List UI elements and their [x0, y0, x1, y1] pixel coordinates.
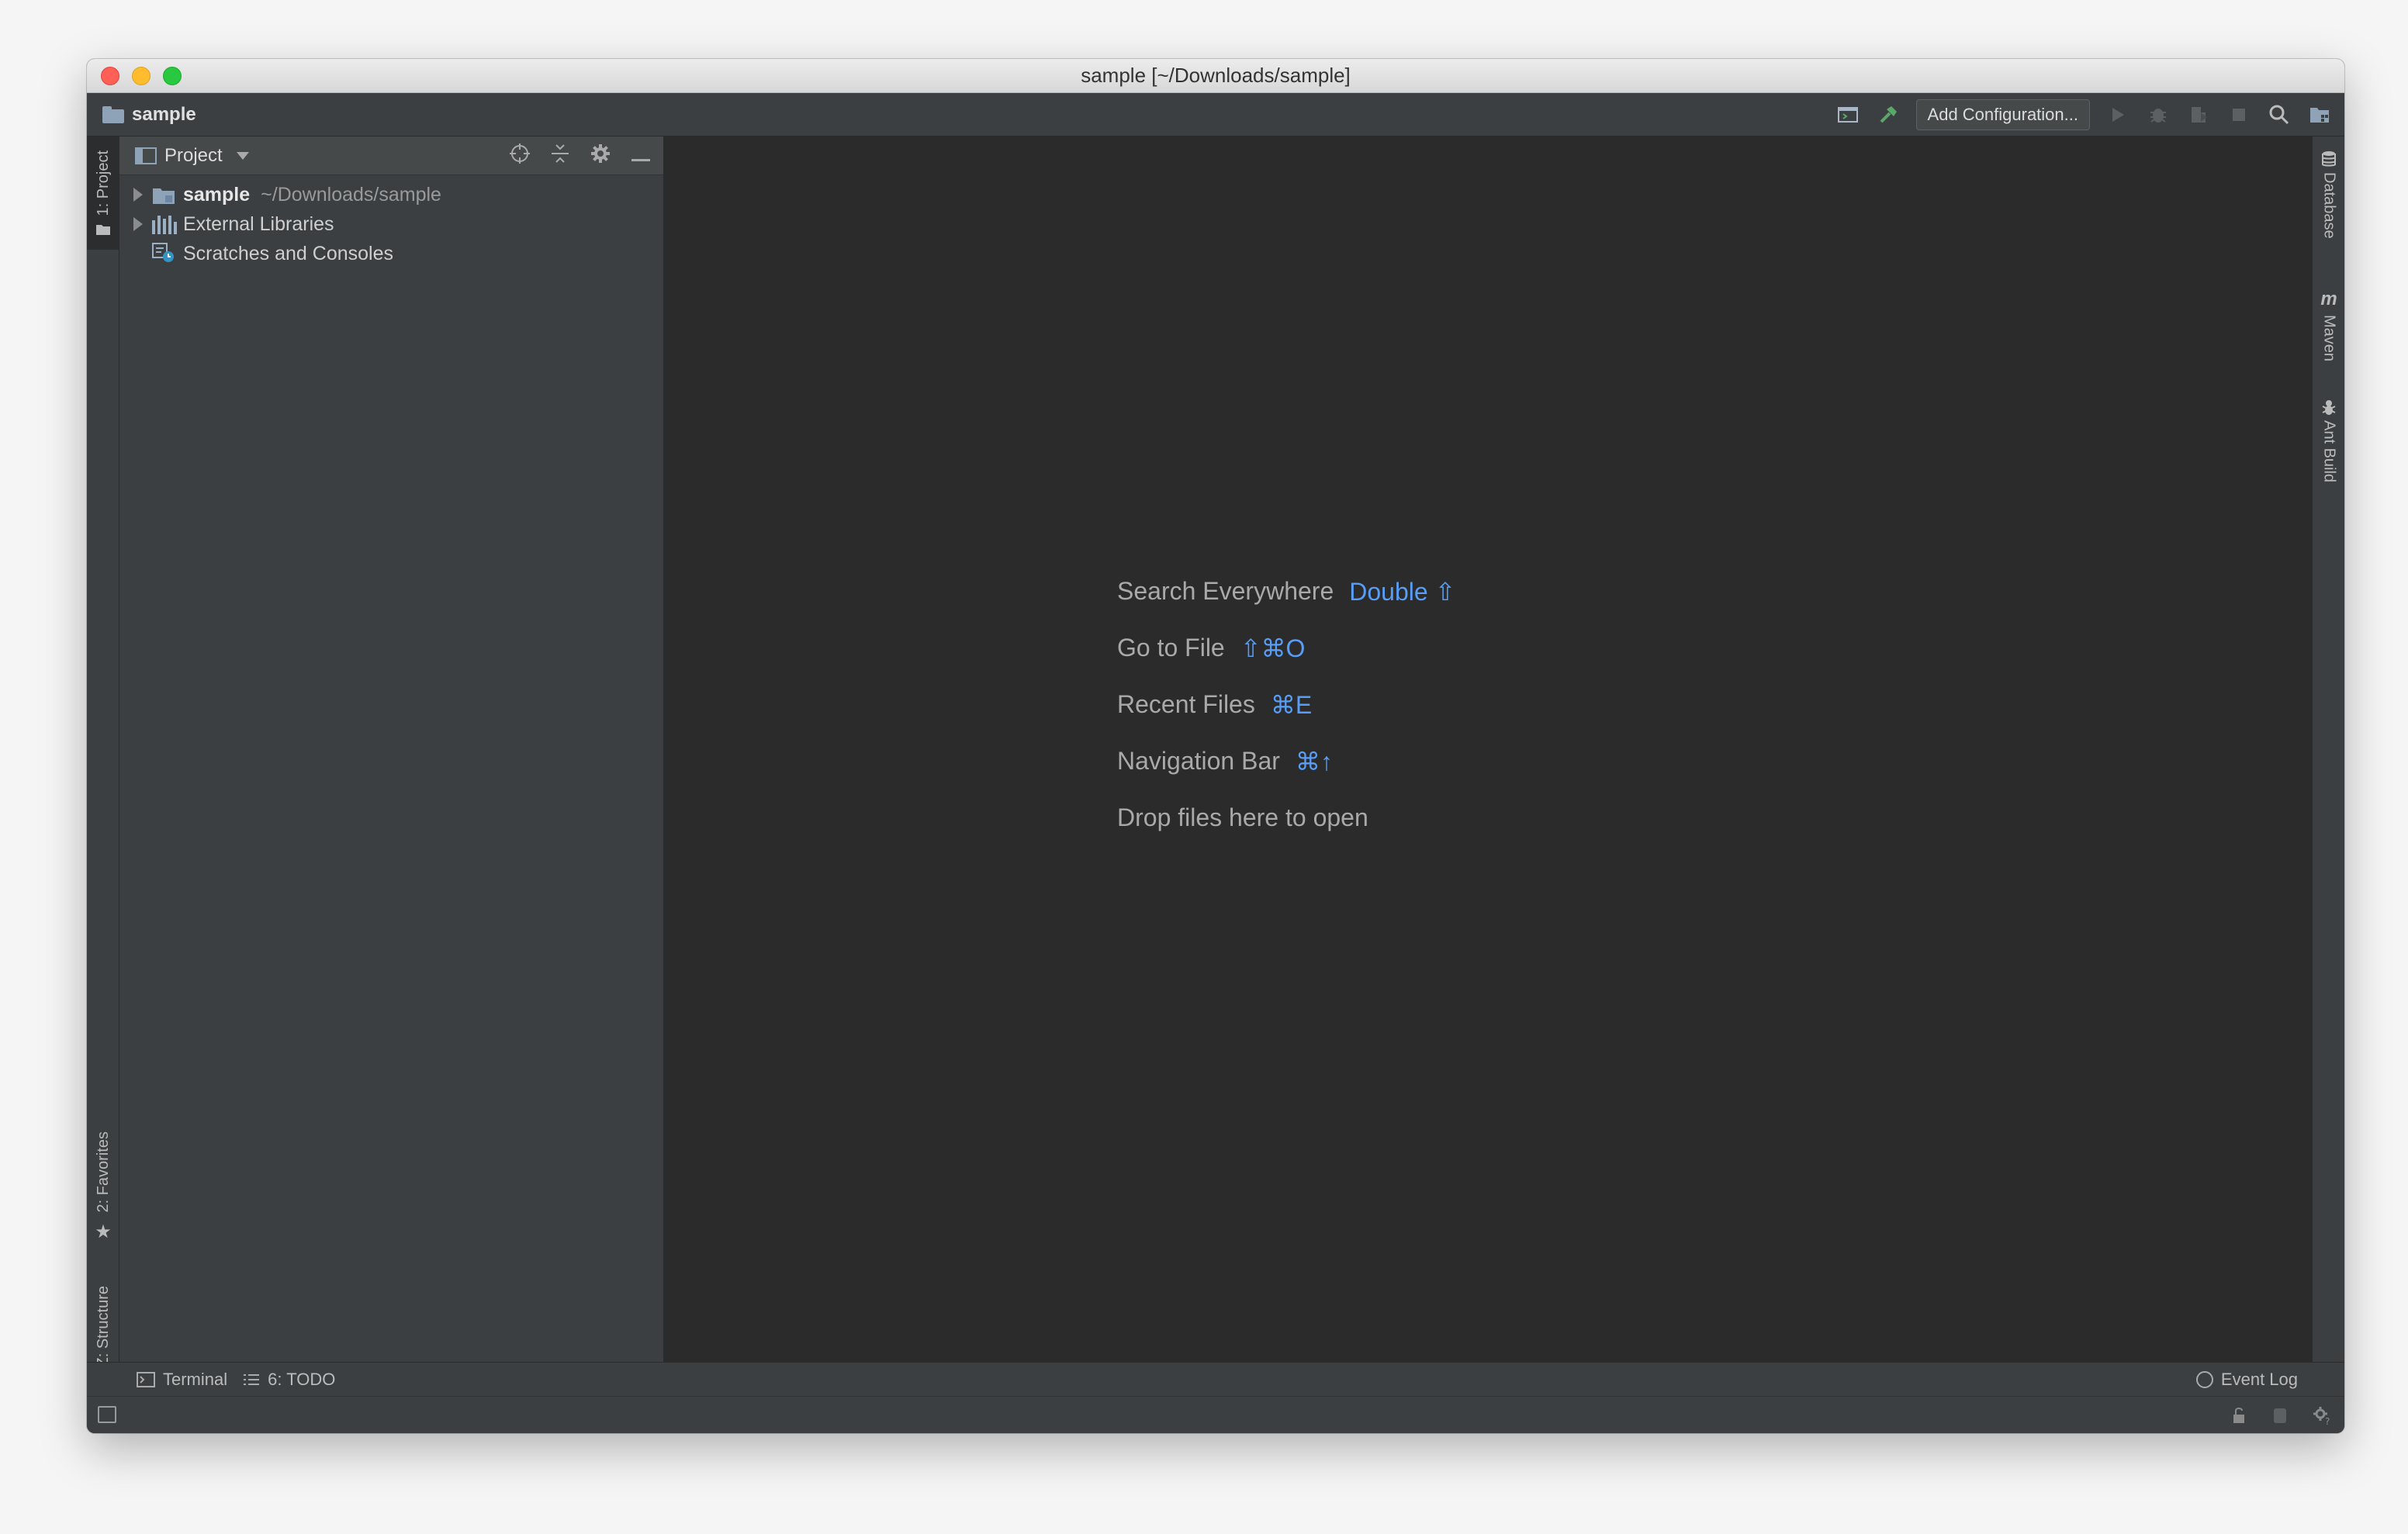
module-folder-icon: [152, 185, 175, 205]
tree-row-label: Scratches and Consoles: [183, 242, 393, 264]
project-panel-header: Project: [119, 136, 663, 175]
close-window-button[interactable]: [101, 67, 119, 85]
ide-window: sample [~/Downloads/sample] sample Add C…: [87, 59, 2344, 1433]
tool-tab-database-label: Database: [2320, 172, 2338, 239]
title-bar: sample [~/Downloads/sample]: [87, 59, 2344, 93]
right-tool-stripe: Database m Maven Ant Build: [2312, 136, 2344, 1362]
hint-shortcut: ⌘↑: [1295, 747, 1333, 776]
debug-icon[interactable]: [2146, 102, 2171, 127]
scratches-icon: [152, 243, 175, 264]
hint-shortcut: ⇧⌘O: [1240, 634, 1306, 662]
nav-project-name: sample: [132, 103, 196, 125]
build-hammer-icon[interactable]: [1876, 102, 1901, 127]
tree-row-external-libraries[interactable]: External Libraries: [119, 209, 663, 239]
todo-tab[interactable]: 6: TODO: [243, 1370, 335, 1390]
project-panel-actions: [508, 136, 652, 175]
tree-row-label: External Libraries: [183, 212, 334, 235]
ant-icon: [2322, 400, 2336, 415]
inspector-icon[interactable]: [2271, 1406, 2289, 1425]
tool-tab-project[interactable]: 1: Project: [87, 136, 119, 250]
add-configuration-button[interactable]: Add Configuration...: [1915, 99, 2090, 130]
hint-go-to-file: Go to File ⇧⌘O: [1117, 620, 1455, 676]
event-log-label: Event Log: [2220, 1370, 2298, 1389]
project-view-icon: [135, 147, 157, 164]
minimize-window-button[interactable]: [132, 67, 150, 85]
stop-icon[interactable]: [2226, 102, 2251, 127]
toggle-tool-windows-icon[interactable]: [98, 1406, 116, 1423]
navigation-bar: sample Add Configuration...: [87, 93, 2344, 136]
list-icon: [244, 1373, 260, 1385]
gear-icon[interactable]: [589, 143, 612, 170]
tool-tab-ant-build[interactable]: Ant Build: [2313, 399, 2344, 482]
project-view-label: Project: [164, 144, 223, 166]
hint-shortcut: ⌘E: [1270, 690, 1313, 719]
empty-editor-hints: Search Everywhere Double ⇧ Go to File ⇧⌘…: [1117, 563, 1455, 846]
hint-label: Recent Files: [1117, 690, 1255, 718]
todo-tab-label: 6: TODO: [268, 1369, 336, 1389]
hint-label: Search Everywhere: [1117, 577, 1334, 605]
search-icon[interactable]: [2267, 102, 2292, 127]
hint-label: Go to File: [1117, 634, 1225, 662]
memory-settings-icon[interactable]: ?: [2312, 1405, 2332, 1425]
tool-tab-structure-label: Z: Structure: [94, 1285, 112, 1367]
run-icon[interactable]: [2105, 102, 2130, 127]
chevron-down-icon: [236, 151, 249, 160]
project-tool-window: Project sample ~/Downloads/sample Extern…: [119, 136, 664, 1362]
terminal-tab-label: Terminal: [163, 1369, 228, 1389]
chevron-right-icon[interactable]: [133, 217, 143, 231]
terminal-icon: [137, 1371, 155, 1387]
nav-project-crumb[interactable]: sample: [102, 104, 196, 126]
event-log-tab[interactable]: Event Log: [2195, 1363, 2298, 1397]
status-bar: ?: [87, 1396, 2344, 1433]
project-view-selector[interactable]: Project: [135, 145, 249, 167]
collapse-all-icon[interactable]: [548, 143, 572, 170]
terminal-tab[interactable]: Terminal: [137, 1370, 227, 1390]
editor-area[interactable]: Search Everywhere Double ⇧ Go to File ⇧⌘…: [664, 136, 2312, 1362]
unlock-icon[interactable]: [2231, 1406, 2248, 1425]
tree-row-path: ~/Downloads/sample: [261, 183, 441, 206]
tree-row-label: sample: [183, 183, 251, 206]
tool-tab-database[interactable]: Database: [2313, 150, 2344, 239]
run-config-icon[interactable]: [1835, 102, 1860, 127]
tree-row-project[interactable]: sample ~/Downloads/sample: [119, 180, 663, 209]
project-tree: sample ~/Downloads/sample External Libra…: [119, 175, 663, 268]
coverage-icon[interactable]: [2186, 102, 2211, 127]
tool-tab-maven[interactable]: m Maven: [2313, 288, 2344, 361]
tool-tab-favorites[interactable]: 2: Favorites ★: [87, 1121, 119, 1253]
hint-search-everywhere: Search Everywhere Double ⇧: [1117, 563, 1455, 620]
tool-tab-favorites-label: 2: Favorites: [94, 1131, 112, 1213]
tool-tab-ant-build-label: Ant Build: [2320, 420, 2338, 483]
project-structure-icon[interactable]: [2307, 102, 2332, 127]
left-tool-stripe: 1: Project 2: Favorites ★ Z: Structure: [87, 136, 119, 1387]
tool-tab-project-label: 1: Project: [94, 150, 112, 216]
hint-label: Drop files here to open: [1117, 803, 1368, 831]
bottom-tool-bar: Terminal 6: TODO Event Log: [87, 1362, 2344, 1396]
tree-row-scratches[interactable]: Scratches and Consoles: [119, 239, 663, 268]
maven-icon: m: [2320, 288, 2337, 309]
nav-toolbar: Add Configuration...: [1835, 93, 2332, 136]
svg-text:?: ?: [2325, 1416, 2330, 1425]
hint-recent-files: Recent Files ⌘E: [1117, 676, 1455, 733]
tool-tab-maven-label: Maven: [2320, 315, 2338, 362]
folder-icon: [96, 225, 110, 236]
star-icon: ★: [95, 1221, 112, 1242]
database-icon: [2322, 151, 2336, 167]
library-icon: [152, 214, 177, 234]
hint-shortcut: Double ⇧: [1349, 577, 1456, 606]
hint-label: Navigation Bar: [1117, 747, 1280, 775]
maximize-window-button[interactable]: [163, 67, 182, 85]
chevron-right-icon[interactable]: [133, 188, 143, 202]
locate-target-icon[interactable]: [508, 143, 531, 170]
window-controls: [101, 67, 182, 85]
speech-bubble-icon: [2195, 1371, 2213, 1388]
status-bar-widgets: ?: [2231, 1397, 2332, 1433]
hint-navigation-bar: Navigation Bar ⌘↑: [1117, 733, 1455, 789]
hint-drop-files: Drop files here to open: [1117, 789, 1455, 846]
window-title: sample [~/Downloads/sample]: [1081, 64, 1351, 87]
folder-icon: [102, 105, 124, 123]
hide-panel-icon[interactable]: [629, 144, 652, 168]
